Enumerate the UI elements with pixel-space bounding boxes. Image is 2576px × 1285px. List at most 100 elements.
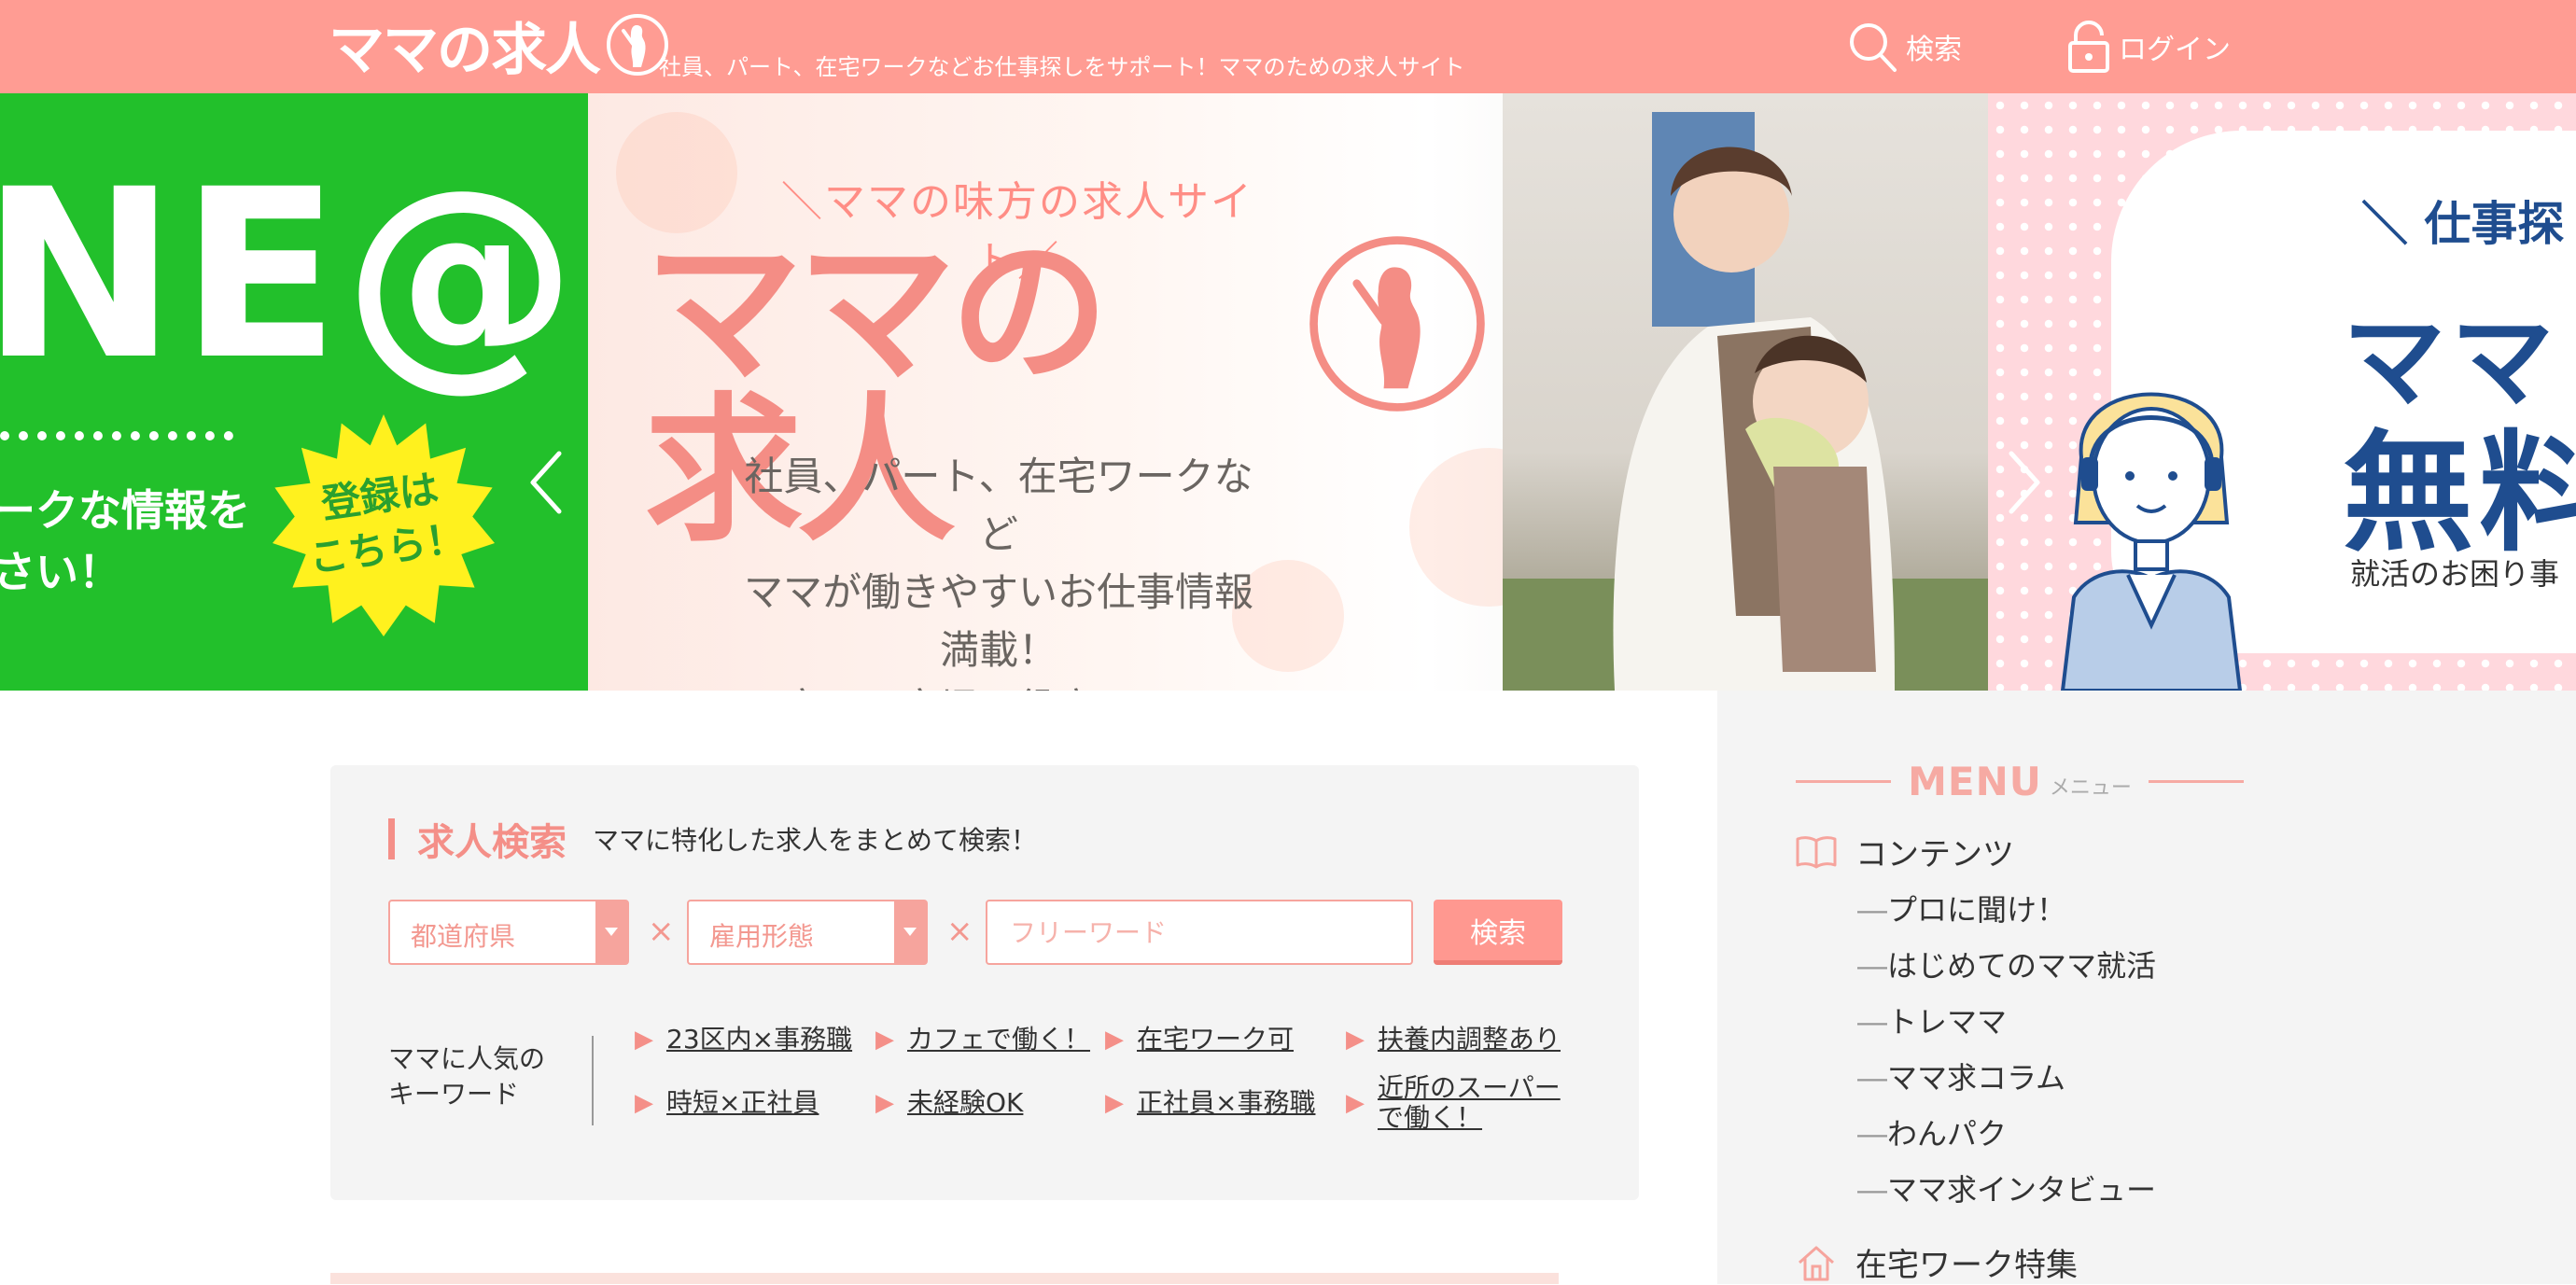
main-hero-slide[interactable]: ＼ママの味方の求人サイト／ ママの求人 社員、パート、在宅ワークなど ママが働き… — [588, 93, 1988, 691]
job-support-slide[interactable]: ＼ 仕事探 ママ 無料 就活のお困り事 — [1988, 93, 2576, 691]
keyword-text: 扶養内調整あり — [1378, 1024, 1561, 1055]
keyword-link[interactable]: ▶ 23区内×事務職 — [635, 1025, 852, 1055]
menu-heading-line — [1796, 779, 1892, 783]
employment-type-select-label: 雇用形態 — [709, 921, 815, 952]
mother-baby-illustration — [1503, 112, 1988, 691]
mother-silhouette-icon — [1309, 236, 1485, 412]
search-panel-title: 求人検索 — [417, 821, 567, 864]
keyword-text-line1: 近所のスーパー — [1378, 1072, 1561, 1103]
hero-description: 社員、パート、在宅ワークなど ママが働きやすいお仕事情報 満載！ 子育て・育児に… — [728, 448, 1269, 691]
popular-keywords-label-line2: キーワード — [388, 1079, 520, 1110]
next-section-top-edge — [330, 1273, 1559, 1284]
triangle-right-icon: ▶ — [635, 1026, 653, 1054]
job-search-panel: 求人検索 ママに特化した求人をまとめて検索！ 都道府県 × 雇用形態 × 検索 … — [330, 765, 1639, 1200]
sidebar-item-label: ママ求インタビュー — [1887, 1172, 2157, 1208]
sidebar-item-toremama[interactable]: ―トレママ — [1857, 999, 2007, 1041]
hero-carousel: NE@ ークな情報を さい！ 登録は こちら！ ＼ママの味方の求人サイト／ ママ… — [0, 93, 2576, 691]
menu-heading: MENU メニュー — [1796, 758, 2245, 804]
keyword-link[interactable]: ▶ 正社員×事務職 — [1105, 1088, 1315, 1118]
keyword-link[interactable]: ▶ 時短×正社員 — [635, 1088, 819, 1118]
caret-down-icon — [595, 901, 627, 963]
search-panel-heading: 求人検索 ママに特化した求人をまとめて検索！ — [388, 812, 1037, 866]
search-icon — [1850, 23, 1897, 72]
dotted-divider — [0, 431, 233, 440]
menu-heading-sub: メニュー — [2049, 776, 2132, 800]
sidebar-item-label: プロに聞け！ — [1887, 892, 2067, 928]
triangle-right-icon: ▶ — [635, 1089, 653, 1117]
support-slide-head: ＼ 仕事探 — [2361, 197, 2565, 251]
freeword-input[interactable] — [986, 900, 1413, 965]
line-banner-text-line2: さい！ — [0, 547, 121, 597]
mother-and-baby-photo — [1503, 93, 1988, 691]
keyword-text: 在宅ワーク可 — [1137, 1024, 1295, 1055]
keywords-divider — [592, 1036, 594, 1125]
times-separator: × — [648, 913, 675, 950]
site-header: ママの求人 社員、パート、在宅ワークなどお仕事探しをサポート！ママのための求人サ… — [0, 0, 2576, 93]
keyword-text: カフェで働く！ — [907, 1024, 1091, 1055]
sidebar-item-label: 在宅ワーク特集 — [1855, 1247, 2078, 1284]
keyword-link[interactable]: ▶ 近所のスーパー で働く！ — [1346, 1073, 1561, 1133]
triangle-right-icon: ▶ — [875, 1026, 894, 1054]
triangle-right-icon: ▶ — [1346, 1026, 1365, 1054]
header-search-label: 検索 — [1906, 34, 1962, 66]
menu-heading-line — [2148, 779, 2245, 783]
operator-illustration — [2060, 392, 2243, 691]
menu-heading-text: MENU — [1908, 758, 2042, 804]
sidebar-item-column[interactable]: ―ママ求コラム — [1857, 1055, 2065, 1097]
item-dash: ― — [1857, 1060, 1887, 1096]
popular-keywords-label-line1: ママに人気の — [388, 1043, 546, 1074]
carousel-next-button[interactable] — [2001, 440, 2048, 524]
sidebar-item-contents[interactable]: コンテンツ — [1796, 829, 2014, 874]
sidebar-item-label: コンテンツ — [1855, 836, 2014, 873]
sidebar-item-label: わんパク — [1887, 1116, 2008, 1152]
triangle-right-icon: ▶ — [1346, 1089, 1365, 1117]
hero-line2: ママが働きやすいお仕事情報 満載！ — [743, 569, 1253, 673]
chevron-right-icon — [2009, 451, 2040, 514]
times-separator: × — [946, 913, 973, 950]
hero-line1: 社員、パート、在宅ワークなど — [744, 454, 1253, 557]
line-banner-text: ークな情報を さい！ — [0, 480, 250, 603]
item-dash: ― — [1857, 1116, 1887, 1152]
sidebar-item-first-job-hunt[interactable]: ―はじめてのママ就活 — [1857, 943, 2156, 985]
header-login-button[interactable]: ログイン — [2066, 13, 2231, 80]
sidebar-item-label: トレママ — [1887, 1004, 2008, 1040]
prefecture-select[interactable]: 都道府県 — [388, 900, 629, 965]
bokeh-decoration — [616, 112, 737, 233]
header-login-label: ログイン — [2119, 34, 2231, 66]
site-logo[interactable]: ママの求人 — [329, 7, 670, 83]
line-banner-slide[interactable]: NE@ ークな情報を さい！ 登録は こちら！ — [0, 93, 588, 691]
triangle-right-icon: ▶ — [875, 1089, 894, 1117]
keyword-text: 近所のスーパー で働く！ — [1378, 1073, 1561, 1133]
sidebar-menu: MENU メニュー コンテンツ ―プロに聞け！ ―はじめてのママ就活 ―トレママ… — [1717, 691, 2576, 1284]
triangle-right-icon: ▶ — [1105, 1089, 1124, 1117]
caret-down-icon — [894, 901, 926, 963]
hero-line3: 子育て・育児に役立つコンテンツも！ — [728, 679, 1269, 691]
keyword-link[interactable]: ▶ 在宅ワーク可 — [1105, 1025, 1294, 1055]
keyword-text: 未経験OK — [907, 1087, 1024, 1118]
sidebar-item-wanpaku[interactable]: ―わんパク — [1857, 1110, 2007, 1153]
popular-keywords-label: ママに人気の キーワード — [388, 1041, 545, 1112]
site-tagline: 社員、パート、在宅ワークなどお仕事探しをサポート！ママのための求人サイト — [659, 54, 1465, 80]
keyword-link[interactable]: ▶ カフェで働く！ — [875, 1025, 1090, 1055]
sidebar-item-label: はじめてのママ就活 — [1887, 948, 2157, 984]
employment-type-select[interactable]: 雇用形態 — [687, 900, 928, 965]
carousel-prev-button[interactable] — [523, 440, 569, 524]
heading-accent-bar — [388, 818, 395, 859]
sidebar-item-interview[interactable]: ―ママ求インタビュー — [1857, 1166, 2156, 1209]
keyword-text-line2: で働く！ — [1378, 1102, 1483, 1133]
sidebar-item-ask-pro[interactable]: ―プロに聞け！ — [1857, 887, 2066, 929]
header-search-button[interactable]: 検索 — [1846, 13, 1962, 80]
book-icon — [1796, 835, 1837, 868]
triangle-right-icon: ▶ — [1105, 1026, 1124, 1054]
item-dash: ― — [1857, 1172, 1887, 1208]
prefecture-select-label: 都道府県 — [411, 921, 516, 952]
keyword-link[interactable]: ▶ 未経験OK — [875, 1088, 1023, 1118]
line-banner-text-line1: ークな情報を — [0, 485, 250, 536]
search-button[interactable]: 検索 — [1434, 900, 1562, 965]
keyword-link[interactable]: ▶ 扶養内調整あり — [1346, 1025, 1561, 1055]
sidebar-item-label: ママ求コラム — [1887, 1060, 2066, 1096]
chevron-left-icon — [530, 451, 562, 514]
keyword-text: 時短×正社員 — [666, 1087, 819, 1118]
item-dash: ― — [1857, 1004, 1887, 1040]
sidebar-item-remote-work[interactable]: 在宅ワーク特集 — [1796, 1239, 2078, 1285]
